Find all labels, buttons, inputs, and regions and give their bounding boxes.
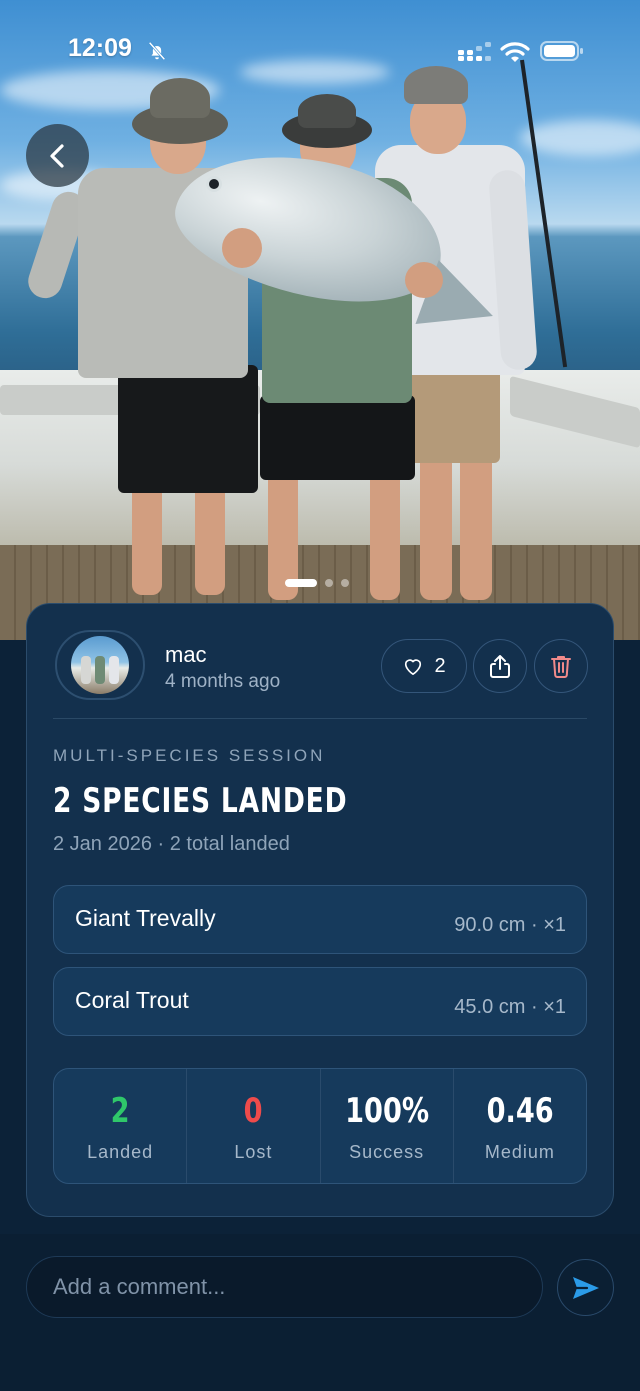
post-time: 4 months ago [165,671,281,692]
carousel-dot-3[interactable] [341,579,349,587]
chevron-left-icon [49,143,64,168]
status-time: 12:09 [68,34,132,62]
comment-bar [0,1234,640,1391]
back-button[interactable] [26,124,89,187]
species-meta: 45.0 cm · ×1 [454,996,566,1018]
signal-icon [458,42,491,61]
fish-eye [206,176,222,192]
hand [405,262,443,298]
username[interactable]: mac [165,642,207,668]
stat-lost: 0 Lost [187,1069,321,1183]
share-button[interactable] [473,639,527,693]
stat-value: 2 [110,1091,130,1131]
session-summary: 2 Jan 2026 · 2 total landed [53,833,290,855]
catch-post-card: mac 4 months ago 2 MULTI-SPECIES SESSION… [26,603,614,1217]
battery-icon [540,41,583,61]
share-icon [490,655,510,678]
send-icon [572,1276,599,1299]
send-button[interactable] [557,1259,614,1316]
species-name: Giant Trevally [75,905,216,931]
stat-value: 100% [344,1091,429,1131]
stat-label: Landed [87,1142,154,1162]
session-type-label: MULTI-SPECIES SESSION [53,746,326,765]
stat-value: 0.46 [486,1091,554,1131]
carousel-dot-2[interactable] [325,579,333,587]
bell-off-icon [148,41,166,61]
hand [222,228,262,268]
carousel-indicator[interactable] [285,579,349,587]
carousel-dot-1[interactable] [285,579,317,587]
photo-cloud [520,120,640,156]
species-row[interactable]: Giant Trevally 90.0 cm · ×1 [53,885,587,954]
divider [53,718,587,719]
session-headline: 2 SPECIES LANDED [53,781,348,821]
species-name: Coral Trout [75,987,189,1013]
species-meta: 90.0 cm · ×1 [454,914,566,936]
stat-label: Medium [484,1142,555,1162]
catch-photo[interactable] [0,0,640,640]
stat-value: 0 [243,1091,263,1131]
session-stats: 2 Landed 0 Lost 100% Success 0.46 Medium [53,1068,587,1184]
like-count: 2 [434,654,446,677]
stat-landed: 2 Landed [54,1069,188,1183]
stat-label: Success [349,1142,425,1162]
species-row[interactable]: Coral Trout 45.0 cm · ×1 [53,967,587,1036]
like-button[interactable]: 2 [381,639,467,693]
photo-cloud [240,60,390,84]
stat-success: 100% Success [321,1069,454,1183]
trash-icon [551,656,571,678]
delete-button[interactable] [534,639,588,693]
wifi-icon [500,42,530,62]
comment-input[interactable] [26,1256,543,1318]
stat-rating: 0.46 Medium [454,1069,586,1183]
avatar-image [71,636,129,694]
heart-icon [405,659,422,675]
stat-label: Lost [234,1142,273,1162]
avatar[interactable] [55,630,145,700]
